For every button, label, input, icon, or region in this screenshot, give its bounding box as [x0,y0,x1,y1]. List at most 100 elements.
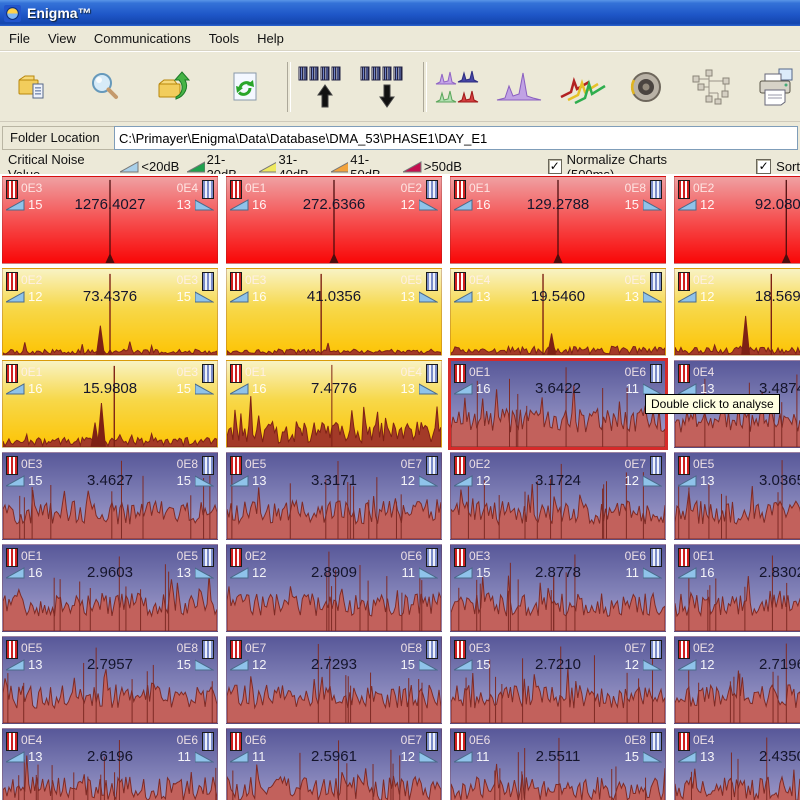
logger-right-id: 0E8 [625,733,646,747]
chart-tile[interactable]: 0E2122.7196 [674,636,800,724]
chart-tile[interactable]: 0E4132.4350 [674,728,800,800]
logger-left-id: 0E4 [469,273,490,287]
logger-right-id: 0E2 [401,181,422,195]
triangle-icon [403,161,422,173]
chart-tile[interactable]: 0E4130E6112.6196 [2,728,218,800]
logger-left-id: 0E4 [21,733,42,747]
correlation-peak-value: 18.5690 [675,288,800,305]
logger-right-id: 0E5 [625,273,646,287]
logger-right-id: 0E6 [177,733,198,747]
chart-tile[interactable]: 0E3150E7122.7210 [450,636,666,724]
search-button[interactable] [80,61,128,113]
chart-tile[interactable]: 0E7120E8152.7293 [226,636,442,724]
chart-tile[interactable]: 0E1160E5132.9603 [2,544,218,632]
chart-tile[interactable]: 0E3150E8153.4627 [2,452,218,540]
chart-tile[interactable]: 0E1162.8302 [674,544,800,632]
folder-location-bar: Folder Location [0,122,800,154]
correlation-peak-value: 19.5460 [451,288,665,305]
waterfall-charts-icon [559,69,607,105]
listen-button[interactable] [621,61,669,113]
logger-left-id: 0E1 [245,365,266,379]
title-bar[interactable]: Enigma™ [0,0,800,26]
logger-left-id: 0E1 [21,549,42,563]
chart-tile[interactable]: 0E6110E8152.5511 [450,728,666,800]
normalize-charts-checkbox[interactable]: ✓ [548,159,562,174]
menu-item-view[interactable]: View [39,28,85,49]
logger-right-id: 0E6 [625,365,646,379]
menu-item-file[interactable]: File [0,28,39,49]
chart-tile[interactable]: 0E5133.0365 [674,452,800,540]
program-loggers-button[interactable] [359,61,407,113]
sort-checkbox[interactable]: ✓ [756,159,771,174]
loggers-down-arrow-icon [359,65,407,109]
menu-item-help[interactable]: Help [248,28,293,49]
triangle-icon [187,161,204,173]
chart-tile[interactable]: 0E1160E815129.2788 [450,176,666,264]
open-database-button[interactable] [10,61,58,113]
toolbar [0,51,800,122]
search-icon [88,71,120,103]
window-title: Enigma™ [27,5,92,21]
logger-left-id: 0E2 [21,273,42,287]
logger-left-id: 0E3 [469,549,490,563]
chart-tile[interactable]: 0E1160E212272.6366 [226,176,442,264]
chart-tile[interactable]: 0E5130E8152.7957 [2,636,218,724]
correlation-peak-value: 2.8909 [227,564,441,581]
correlation-peak-value: 272.6366 [227,196,441,213]
single-chart-view-button[interactable] [495,61,543,113]
logger-left-id: 0E1 [469,181,490,195]
correlation-peak-value: 2.9603 [3,564,217,581]
correlation-peak-value: 15.9808 [3,380,217,397]
multi-histogram-icon [435,69,479,105]
menu-item-tools[interactable]: Tools [200,28,248,49]
logger-right-id: 0E8 [177,457,198,471]
network-layout-button[interactable] [688,61,736,113]
chart-tile[interactable]: 0E3150E6112.8778 [450,544,666,632]
correlation-peak-value: 92.0801 [675,196,800,213]
multi-chart-view-button[interactable] [433,61,481,113]
folder-location-label: Folder Location [2,126,114,150]
chart-tile[interactable]: 0E3150E4131276.4027 [2,176,218,264]
chart-tile[interactable]: 0E21292.0801 [674,176,800,264]
read-loggers-button[interactable] [297,61,345,113]
logger-left-id: 0E5 [245,457,266,471]
logger-left-id: 0E5 [21,641,42,655]
waterfall-view-button[interactable] [559,61,607,113]
loggers-up-arrow-icon [297,65,345,109]
logger-right-id: 0E5 [401,273,422,287]
logger-right-id: 0E6 [625,549,646,563]
logger-left-id: 0E3 [21,181,42,195]
legend-item-lt20: <20dB [120,159,179,174]
correlation-peak-value: 2.8302 [675,564,800,581]
chart-tile[interactable]: 0E6110E7122.5961 [226,728,442,800]
chart-tile[interactable]: 0E3160E51341.0356 [226,268,442,356]
chart-tile[interactable]: 0E2120E31573.4376 [2,268,218,356]
chart-tile[interactable]: 0E1160E6113.6422 [450,360,666,448]
correlation-peak-value: 3.1724 [451,472,665,489]
logger-left-id: 0E5 [693,457,714,471]
logger-left-id: 0E6 [245,733,266,747]
chart-tile[interactable]: 0E2120E6112.8909 [226,544,442,632]
chart-tile[interactable]: 0E5130E7123.3171 [226,452,442,540]
logger-right-id: 0E7 [625,641,646,655]
triangle-icon [331,161,348,173]
logger-left-id: 0E6 [469,733,490,747]
chart-tile[interactable]: 0E1160E4137.4776 [226,360,442,448]
refresh-button[interactable] [221,61,269,113]
folder-path-input[interactable] [114,126,798,150]
chart-tile[interactable]: 0E2120E7123.1724 [450,452,666,540]
sort-label: Sort [776,159,800,174]
chart-tile[interactable]: 0E1160E31515.9808 [2,360,218,448]
print-button[interactable] [752,61,800,113]
chart-tile[interactable]: 0E4130E51319.5460 [450,268,666,356]
correlation-peak-value: 2.7196 [675,656,800,673]
app-icon [4,5,21,22]
triangle-icon [259,161,276,173]
menu-item-communications[interactable]: Communications [85,28,200,49]
export-folder-button[interactable] [150,61,198,113]
logger-right-id: 0E4 [177,181,198,195]
correlation-peak-value: 2.6196 [3,748,217,765]
chart-tile[interactable]: 0E21218.5690 [674,268,800,356]
logger-left-id: 0E3 [469,641,490,655]
logger-left-id: 0E2 [693,273,714,287]
